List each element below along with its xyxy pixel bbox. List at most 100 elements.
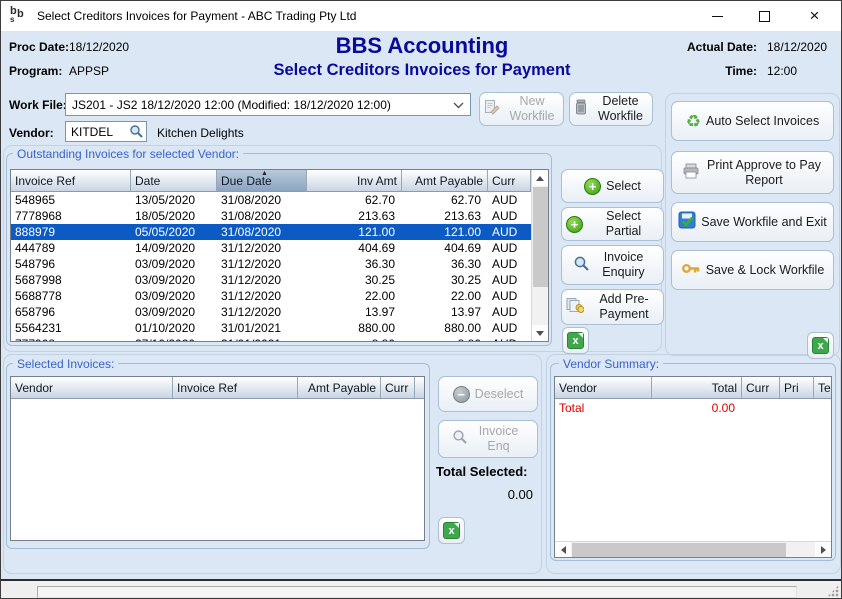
maximize-icon[interactable] (741, 1, 788, 31)
column-header-vendor[interactable]: Vendor (555, 377, 652, 399)
selected-table-header: Vendor Invoice Ref Amt Payable Curr (11, 377, 424, 399)
excel-icon: x (443, 522, 460, 539)
scroll-up-icon[interactable] (532, 170, 548, 186)
export-excel-summary-button[interactable]: x (807, 332, 834, 359)
scroll-down-icon[interactable] (532, 325, 548, 341)
column-header-total[interactable]: Total (652, 377, 742, 399)
invoice-enq-button[interactable]: Invoice Enq (438, 420, 538, 458)
window-title: Select Creditors Invoices for Payment - … (37, 9, 356, 23)
status-message-panel (37, 586, 797, 598)
select-partial-button[interactable]: + Select Partial (561, 207, 664, 241)
minimize-icon[interactable] (694, 1, 741, 31)
column-header-due-date[interactable]: ▲Due Date (217, 170, 307, 192)
scroll-right-icon[interactable] (815, 542, 831, 557)
total-selected-label: Total Selected: (436, 464, 528, 479)
auto-select-invoices-button[interactable]: ♻ Auto Select Invoices (671, 101, 834, 141)
summary-table-header: Vendor Total Curr Pri Te (555, 377, 831, 399)
close-icon[interactable]: × (788, 1, 841, 31)
column-header-vendor[interactable]: Vendor (11, 377, 173, 399)
outstanding-table-header: Invoice Ref Date ▲Due Date Inv Amt Amt P… (11, 170, 548, 192)
selected-invoices-table: Vendor Invoice Ref Amt Payable Curr (10, 376, 425, 541)
chevron-down-icon[interactable] (453, 96, 464, 114)
plus-icon: + (584, 178, 601, 195)
vendor-name: Kitchen Delights (157, 126, 244, 140)
column-header-invoice-ref[interactable]: Invoice Ref (173, 377, 298, 399)
proc-date-value: 18/12/2020 (69, 40, 129, 54)
export-excel-selected-button[interactable]: x (438, 517, 465, 544)
delete-workfile-button[interactable]: Delete Workfile (569, 92, 653, 126)
app-window: bbs Select Creditors Invoices for Paymen… (0, 0, 842, 599)
plus-icon: + (566, 216, 583, 233)
vendor-code-value: KITDEL (66, 125, 129, 139)
column-header-invoice-ref[interactable]: Invoice Ref (11, 170, 131, 192)
print-approve-to-pay-button[interactable]: Print Approve to Pay Report (671, 151, 834, 194)
horizontal-scrollbar[interactable] (555, 541, 831, 557)
invoice-enquiry-button[interactable]: Invoice Enquiry (561, 245, 664, 285)
scrollbar-thumb[interactable] (533, 187, 548, 287)
sort-ascending-icon: ▲ (261, 170, 268, 177)
scrollbar-thumb[interactable] (572, 543, 786, 557)
column-header-amt-payable[interactable]: Amt Payable (402, 170, 488, 192)
selected-table-body (11, 399, 424, 540)
total-selected-value: 0.00 (438, 487, 533, 502)
column-header-curr[interactable]: Curr (742, 377, 780, 399)
program-label: Program: (9, 64, 62, 78)
column-header-date[interactable]: Date (131, 170, 217, 192)
save-lock-workfile-button[interactable]: Save & Lock Workfile (671, 250, 834, 290)
export-excel-outstanding-button[interactable]: x (562, 327, 589, 354)
vendor-lookup-icon[interactable] (129, 124, 144, 139)
summary-total-row: Total 0.00 (555, 399, 831, 417)
outstanding-table-body: 54896513/05/202031/08/202062.7062.70AUD … (11, 192, 531, 341)
magnifier-icon (452, 429, 468, 449)
column-header-curr[interactable]: Curr (488, 170, 531, 192)
deselect-button[interactable]: − Deselect (438, 376, 538, 412)
workfile-combobox[interactable]: JS201 - JS2 18/12/2020 12:00 (Modified: … (65, 93, 471, 116)
bbs-app-icon: bbs (9, 7, 27, 25)
table-row[interactable]: 44478914/09/202031/12/2020404.69404.69AU… (11, 240, 531, 256)
table-row[interactable]: 54879603/09/202031/12/202036.3036.30AUD (11, 256, 531, 272)
actual-date-label: Actual Date: (651, 40, 757, 54)
printer-icon (682, 163, 700, 183)
vendor-code-field[interactable]: KITDEL (65, 121, 147, 142)
column-header-curr[interactable]: Curr (381, 377, 415, 399)
trash-icon (574, 99, 588, 119)
add-pre-payment-button[interactable]: Add Pre-Payment (561, 289, 664, 325)
minus-icon: − (453, 386, 470, 403)
magnifier-icon (573, 255, 590, 276)
column-header-pri[interactable]: Pri (780, 377, 814, 399)
summary-table-body: Total 0.00 (555, 399, 831, 541)
status-bar (1, 579, 842, 599)
new-workfile-button[interactable]: New Workfile (479, 92, 564, 126)
table-row[interactable]: 65879603/09/202031/12/202013.9713.97AUD (11, 304, 531, 320)
vendor-summary-group-label: Vendor Summary: (559, 357, 663, 371)
table-row[interactable]: 568799803/09/202031/12/202030.2530.25AUD (11, 272, 531, 288)
key-icon (681, 261, 701, 280)
save-check-icon (678, 211, 696, 233)
time-label: Time: (651, 64, 757, 78)
column-header-amt-payable[interactable]: Amt Payable (298, 377, 381, 399)
table-row[interactable]: 777896818/05/202031/08/2020213.63213.63A… (11, 208, 531, 224)
proc-date-label: Proc Date: (9, 40, 69, 54)
scroll-left-icon[interactable] (555, 542, 571, 557)
time-value: 12:00 (767, 64, 797, 78)
program-value: APPSP (69, 64, 109, 78)
select-button[interactable]: + Select (561, 169, 664, 203)
excel-icon: x (567, 332, 584, 349)
resize-grip[interactable] (827, 585, 839, 597)
table-row[interactable]: 77790827/10/202031/01/20218.808.80AUD (11, 336, 531, 341)
workfile-selected-value: JS201 - JS2 18/12/2020 12:00 (Modified: … (66, 98, 453, 112)
column-header-inv-amt[interactable]: Inv Amt (307, 170, 402, 192)
title-bar[interactable]: bbs Select Creditors Invoices for Paymen… (1, 1, 841, 31)
column-header-filler (415, 377, 424, 399)
screen-title: Select Creditors Invoices for Payment (172, 61, 672, 80)
table-row[interactable]: 568877803/09/202031/12/202022.0022.00AUD (11, 288, 531, 304)
vendor-summary-table: Vendor Total Curr Pri Te Total 0.00 (554, 376, 832, 558)
workfile-label: Work File: (9, 98, 67, 112)
column-header-te[interactable]: Te (814, 377, 832, 399)
save-workfile-exit-button[interactable]: Save Workfile and Exit (671, 202, 834, 242)
table-row-selected[interactable]: 88897905/05/202031/08/2020121.00121.00AU… (11, 224, 531, 240)
vertical-scrollbar[interactable] (531, 170, 548, 341)
table-row[interactable]: 54896513/05/202031/08/202062.7062.70AUD (11, 192, 531, 208)
table-row[interactable]: 556423101/10/202031/01/2021880.00880.00A… (11, 320, 531, 336)
outstanding-invoices-table: Invoice Ref Date ▲Due Date Inv Amt Amt P… (10, 169, 549, 342)
